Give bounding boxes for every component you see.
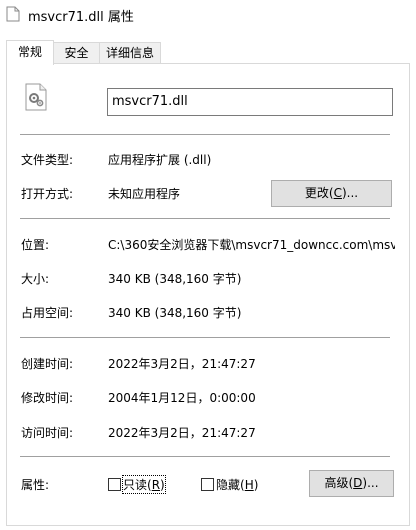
tab-general[interactable]: 常规 [6, 40, 54, 65]
accessed-value: 2022年3月2日，21:47:27 [108, 426, 256, 440]
file-type-label: 文件类型: [21, 153, 74, 167]
advanced-button[interactable]: 高级(D)... [309, 470, 394, 497]
accessed-label: 访问时间: [21, 426, 74, 440]
open-with-value: 未知应用程序 [108, 187, 181, 201]
location-value: C:\360安全浏览器下载\msvcr71_downcc.com\msvc [108, 238, 395, 252]
readonly-prefix: 只读( [123, 478, 152, 492]
change-button-accel: C [333, 186, 342, 200]
advanced-button-prefix: 高级( [324, 476, 354, 490]
readonly-label[interactable]: 只读(R) [122, 475, 166, 494]
hidden-checkbox[interactable] [201, 478, 214, 491]
dll-settings-file-icon [25, 83, 47, 111]
readonly-accel: R [151, 478, 161, 492]
hidden-prefix: 隐藏( [216, 478, 245, 492]
readonly-suffix: ) [160, 478, 165, 492]
size-value: 340 KB (348,160 字节) [108, 272, 242, 286]
location-label: 位置: [21, 238, 50, 252]
open-with-label: 打开方式: [21, 187, 74, 201]
change-button-prefix: 更改( [304, 186, 334, 200]
file-name-field[interactable]: msvcr71.dll [107, 88, 393, 116]
modified-label: 修改时间: [21, 391, 74, 405]
disk-size-label: 占用空间: [21, 306, 74, 320]
change-button-suffix: )... [341, 186, 359, 200]
created-label: 创建时间: [21, 357, 74, 371]
window-title: msvcr71.dll 属性 [28, 10, 134, 25]
file-icon [6, 6, 20, 22]
attributes-label: 属性: [21, 478, 50, 492]
tab-details[interactable]: 详细信息 [99, 42, 161, 63]
separator [20, 218, 390, 219]
title-bar: msvcr71.dll 属性 [0, 0, 416, 30]
tab-strip: 常规 安全 详细信息 [0, 30, 416, 65]
created-value: 2022年3月2日，21:47:27 [108, 357, 256, 371]
separator [20, 134, 390, 135]
hidden-accel: H [244, 478, 254, 492]
hidden-label[interactable]: 隐藏(H) [216, 476, 258, 493]
change-button[interactable]: 更改(C)... [271, 180, 392, 207]
modified-value: 2004年1月12日，0:00:00 [108, 391, 256, 405]
disk-size-value: 340 KB (348,160 字节) [108, 306, 242, 320]
separator [20, 456, 390, 457]
file-type-value: 应用程序扩展 (.dll) [108, 153, 212, 167]
hidden-suffix: ) [253, 478, 259, 492]
size-label: 大小: [21, 272, 50, 286]
tab-security[interactable]: 安全 [53, 42, 100, 63]
readonly-checkbox[interactable] [108, 478, 121, 491]
separator [20, 337, 390, 338]
advanced-button-suffix: )... [362, 476, 379, 490]
